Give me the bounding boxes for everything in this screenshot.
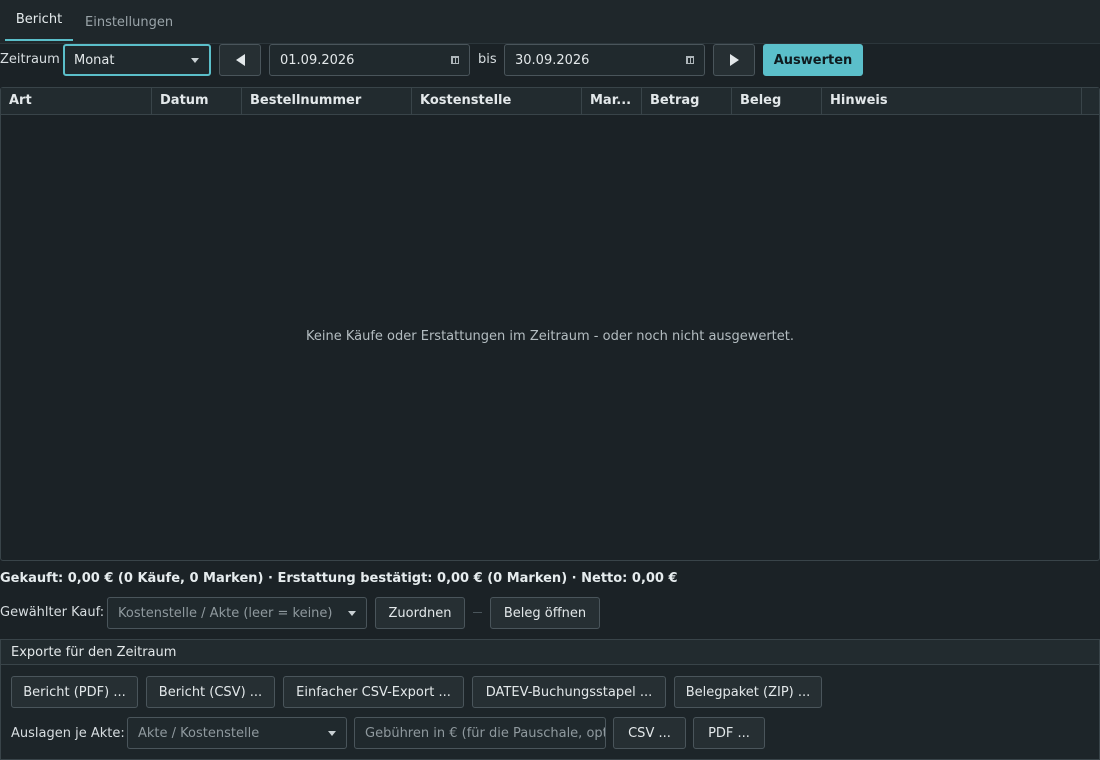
- zeitraum-label: Zeitraum: [0, 52, 60, 67]
- calendar-icon[interactable]: [451, 56, 459, 64]
- fees-input-placeholder: Gebühren in € (für die Pauschale, opt: [365, 725, 606, 741]
- export-panel-title: Exporte für den Zeitraum: [1, 640, 1099, 665]
- cost-center-select-placeholder: Kostenstelle / Akte (leer = keine): [118, 605, 333, 621]
- tab-bar: Bericht Einstellungen: [0, 0, 1100, 44]
- column-header-hinweis[interactable]: Hinweis: [822, 88, 1082, 114]
- column-header-marken[interactable]: Mar...: [582, 88, 642, 114]
- column-header-datum[interactable]: Datum: [152, 88, 242, 114]
- arrow-right-icon: [729, 54, 739, 66]
- previous-period-button[interactable]: [219, 44, 261, 76]
- selected-purchase-label: Gewählter Kauf:: [0, 605, 105, 620]
- evaluate-button[interactable]: Auswerten: [763, 44, 863, 76]
- chevron-down-icon: [348, 611, 356, 616]
- period-select-value: Monat: [74, 52, 115, 68]
- datev-export-button[interactable]: DATEV-Buchungsstapel ...: [472, 676, 666, 708]
- column-header-betrag[interactable]: Betrag: [642, 88, 732, 114]
- cost-center-select[interactable]: Kostenstelle / Akte (leer = keine): [107, 597, 367, 629]
- date-to-field[interactable]: 30.09.2026: [504, 44, 705, 76]
- date-to-value: 30.09.2026: [515, 52, 590, 68]
- fees-input[interactable]: Gebühren in € (für die Pauschale, opt: [354, 717, 606, 749]
- assign-button[interactable]: Zuordnen: [375, 597, 465, 629]
- period-select[interactable]: Monat: [63, 44, 211, 76]
- chevron-down-icon: [328, 731, 336, 736]
- calendar-icon[interactable]: [686, 56, 694, 64]
- arrow-left-icon: [235, 54, 245, 66]
- column-header-kostenstelle[interactable]: Kostenstelle: [412, 88, 582, 114]
- expenses-per-file-label: Auslagen je Akte:: [11, 726, 125, 741]
- receipt-zip-button[interactable]: Belegpaket (ZIP) ...: [674, 676, 822, 708]
- simple-csv-export-button[interactable]: Einfacher CSV-Export ...: [283, 676, 464, 708]
- expenses-csv-button[interactable]: CSV ...: [613, 717, 686, 749]
- tab-bericht[interactable]: Bericht: [5, 0, 73, 41]
- date-from-value: 01.09.2026: [280, 52, 355, 68]
- date-from-field[interactable]: 01.09.2026: [269, 44, 470, 76]
- column-header-bestellnummer[interactable]: Bestellnummer: [242, 88, 412, 114]
- expenses-pdf-button[interactable]: PDF ...: [693, 717, 765, 749]
- summary-line: Gekauft: 0,00 € (0 Käufe, 0 Marken) · Er…: [0, 571, 678, 586]
- column-header-beleg[interactable]: Beleg: [732, 88, 822, 114]
- bis-label: bis: [478, 52, 497, 67]
- table-header: Art Datum Bestellnummer Kostenstelle Mar…: [1, 88, 1099, 115]
- open-receipt-button[interactable]: Beleg öffnen: [490, 597, 600, 629]
- report-pdf-button[interactable]: Bericht (PDF) ...: [11, 676, 138, 708]
- file-select[interactable]: Akte / Kostenstelle: [127, 717, 347, 749]
- separator: [473, 612, 482, 613]
- report-csv-button[interactable]: Bericht (CSV) ...: [146, 676, 275, 708]
- next-period-button[interactable]: [713, 44, 755, 76]
- export-panel: Exporte für den Zeitraum Bericht (PDF) .…: [0, 639, 1100, 760]
- file-select-placeholder: Akte / Kostenstelle: [138, 725, 260, 741]
- tab-einstellungen[interactable]: Einstellungen: [85, 0, 173, 44]
- empty-table-message: Keine Käufe oder Erstattungen im Zeitrau…: [305, 329, 794, 344]
- column-header-art[interactable]: Art: [1, 88, 152, 114]
- purchases-table: Art Datum Bestellnummer Kostenstelle Mar…: [0, 87, 1100, 561]
- chevron-down-icon: [191, 58, 199, 63]
